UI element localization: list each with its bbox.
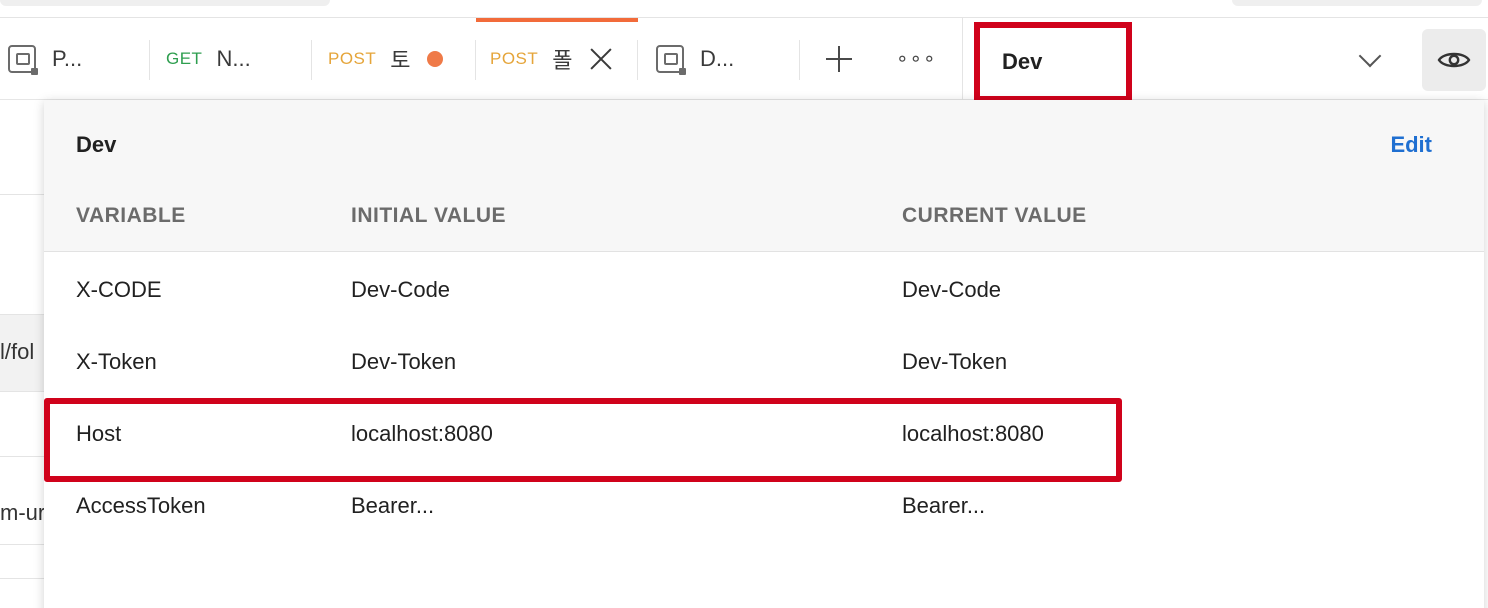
tab-request-5[interactable]: D... — [638, 18, 800, 100]
more-icon[interactable]: ∘∘∘ — [896, 49, 937, 69]
table-row: X-CODE Dev-Code Dev-Code — [44, 254, 1484, 326]
divider — [0, 578, 46, 579]
environment-quick-look-popover: Dev Edit VARIABLE INITIAL VALUE CURRENT … — [44, 100, 1484, 608]
current-value: Dev-Code — [902, 277, 1002, 302]
unsaved-dot-icon — [426, 51, 443, 67]
tab-bar: P... GET N... POST 토 POST 폴 D... ∘∘∘ Dev — [0, 18, 1488, 102]
popover-title: Dev — [76, 132, 117, 157]
environment-name: Dev — [1002, 49, 1043, 74]
environment-selector[interactable]: Dev — [974, 22, 1132, 102]
active-tab-indicator — [476, 18, 638, 22]
variable-name: X-Token — [76, 349, 157, 374]
top-control — [0, 0, 330, 6]
top-control — [1232, 0, 1482, 6]
initial-value: Dev-Token — [351, 349, 457, 374]
divider — [962, 18, 963, 100]
tab-request-2[interactable]: GET N... — [150, 18, 312, 100]
postman-window: P... GET N... POST 토 POST 폴 D... ∘∘∘ Dev… — [0, 0, 1488, 608]
current-value: Dev-Token — [902, 349, 1008, 374]
top-toolbar-edge — [0, 0, 1488, 18]
column-header-initial-value: INITIAL VALUE — [351, 204, 507, 227]
edit-link[interactable]: Edit — [1390, 132, 1432, 158]
method-badge: GET — [166, 49, 203, 68]
tab-request-4-active[interactable]: POST 폴 — [476, 18, 638, 100]
column-header-variable: VARIABLE — [76, 204, 186, 227]
popover-header: Dev Edit VARIABLE INITIAL VALUE CURRENT … — [44, 100, 1484, 252]
body-text-fragment: m-ur — [0, 500, 46, 525]
tab-title: D... — [700, 46, 735, 71]
divider — [0, 456, 46, 457]
highlight-box — [44, 398, 1122, 482]
url-text: l/fol — [0, 339, 35, 364]
variable-name: X-CODE — [76, 277, 162, 302]
initial-value: Dev-Code — [351, 277, 451, 302]
plus-icon[interactable] — [826, 46, 852, 72]
method-badge: POST — [328, 49, 377, 68]
environment-quick-look-button[interactable] — [1422, 29, 1486, 91]
divider — [0, 194, 46, 195]
background-request-panel: l/fol m-ur — [0, 100, 46, 608]
divider — [0, 544, 46, 545]
tab-title: P... — [52, 46, 83, 71]
table-row: X-Token Dev-Token Dev-Token — [44, 326, 1484, 398]
eye-icon — [1437, 52, 1471, 68]
tab-title: 토 — [390, 48, 411, 73]
tab-title: N... — [216, 46, 251, 71]
request-icon — [8, 45, 38, 75]
request-icon — [656, 45, 686, 75]
method-badge: POST — [490, 49, 539, 68]
column-header-current-value: CURRENT VALUE — [902, 204, 1087, 227]
tab-request-3[interactable]: POST 토 — [312, 18, 476, 100]
tab-title: 폴 — [552, 48, 573, 73]
tab-separator — [799, 40, 800, 80]
chevron-down-icon[interactable] — [1358, 44, 1382, 68]
close-icon[interactable] — [589, 47, 613, 71]
tab-request-1[interactable]: P... — [0, 18, 150, 100]
url-bar-fragment: l/fol — [0, 314, 46, 392]
